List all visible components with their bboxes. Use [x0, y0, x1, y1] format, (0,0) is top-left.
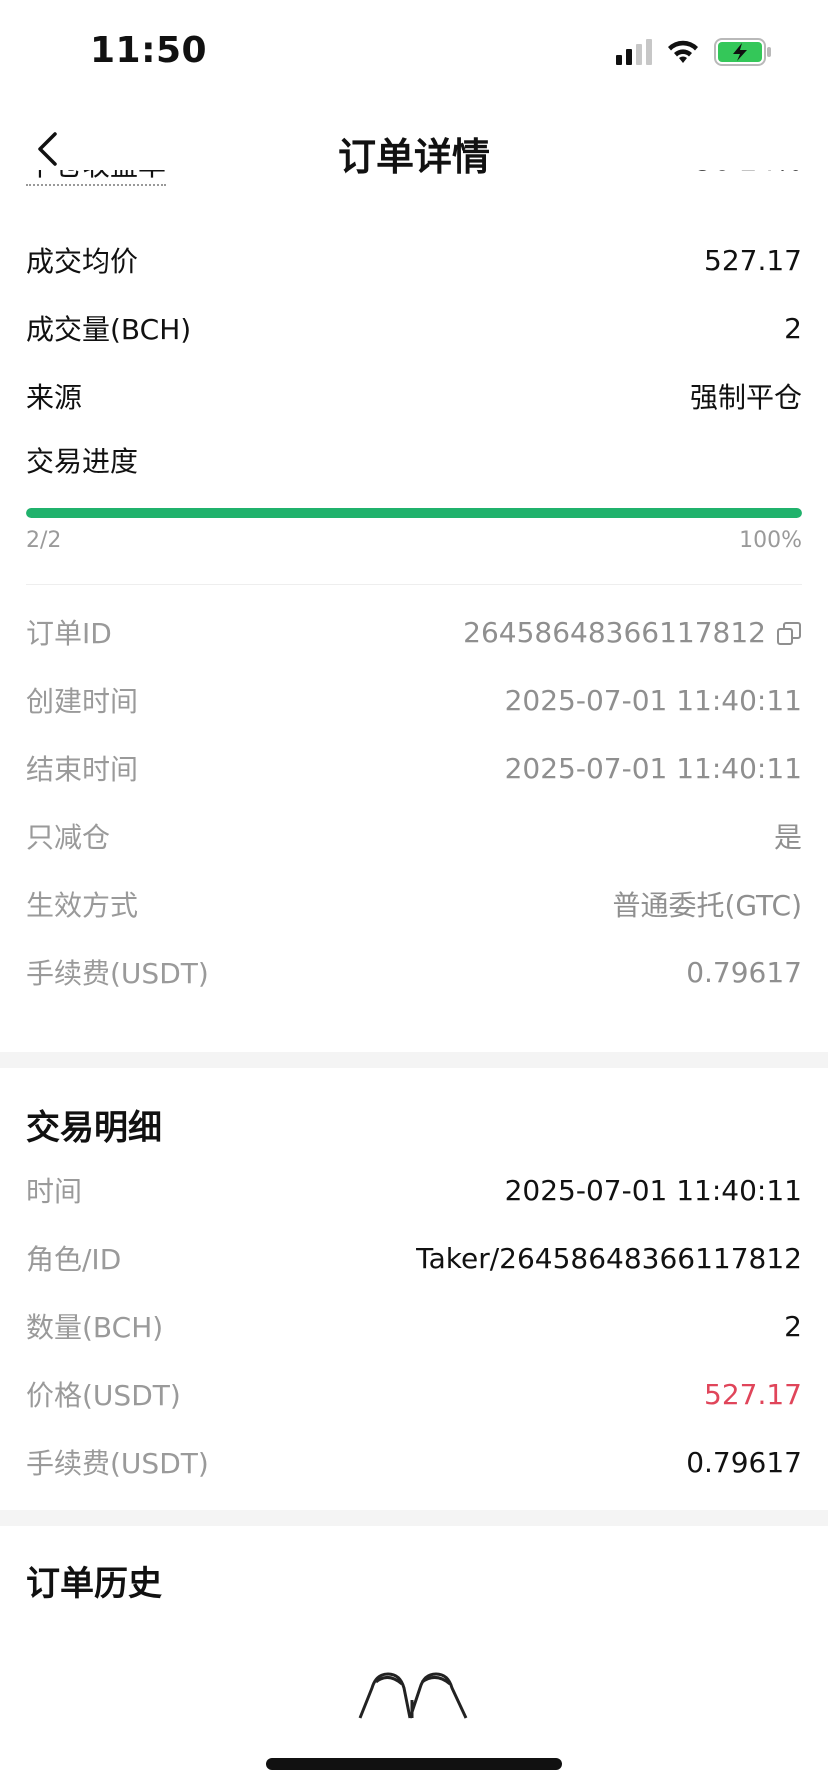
progress-bar [26, 508, 802, 518]
cellular-signal-icon [616, 39, 652, 65]
time-in-force-value: 普通委托(GTC) [612, 889, 802, 922]
trade-quantity-value: 2 [784, 1309, 802, 1343]
source-label: 来源 [26, 381, 83, 414]
trade-time-row: 时间 2025-07-01 11:40:11 [26, 1165, 802, 1215]
order-id-value-wrap: 2645864836611781​2 [463, 616, 802, 649]
section-separator [0, 1052, 828, 1068]
fee-row: 手续费(USDT) 0.79617 [26, 947, 802, 997]
trade-role-label: 角色/ID [26, 1243, 122, 1276]
wifi-icon [668, 40, 698, 63]
created-time-label: 创建时间 [26, 685, 139, 718]
source-value: 强制平仓 [689, 381, 802, 414]
source-row: 来源 强制平仓 [26, 371, 802, 421]
time-in-force-row: 生效方式 普通委托(GTC) [26, 879, 802, 929]
trade-fee-row: 手续费(USDT) 0.79617 [26, 1437, 802, 1487]
order-id-row: 订单ID 2645864836611781​2 [26, 607, 802, 657]
reduce-only-label: 只减仓 [26, 821, 111, 854]
trade-time-label: 时间 [26, 1175, 83, 1208]
order-id-label: 订单ID [26, 617, 112, 650]
trade-fee-label: 手续费(USDT) [26, 1447, 209, 1480]
time-in-force-label: 生效方式 [26, 889, 139, 922]
progress-count: 2/2 [26, 528, 62, 553]
cut-off-row: 平仓收益率 -96.24% [26, 170, 802, 210]
trade-price-value: 527.17 [704, 1377, 802, 1411]
volume-row: 成交量(BCH) 2 [26, 303, 802, 353]
divider [26, 584, 802, 585]
status-icons [616, 38, 772, 66]
end-time-value: 2025-07-01 11:40:11 [504, 751, 802, 785]
end-time-row: 结束时间 2025-07-01 11:40:11 [26, 743, 802, 793]
trade-role-value: Taker/26458648366117812 [416, 1241, 802, 1275]
trade-quantity-label: 数量(BCH) [26, 1311, 164, 1344]
order-id-value: 2645864836611781​2 [463, 615, 766, 649]
progress-percent: 100% [739, 528, 802, 553]
trade-detail-title: 交易明细 [26, 1108, 162, 1148]
cut-row-value: -96.24% [685, 170, 802, 186]
trade-fee-value: 0.79617 [686, 1445, 802, 1479]
progress-meta: 2/2 100% [26, 528, 802, 553]
order-history-title: 订单历史 [26, 1564, 162, 1604]
home-indicator[interactable] [266, 1758, 562, 1770]
created-time-row: 创建时间 2025-07-01 11:40:11 [26, 675, 802, 725]
trade-role-row: 角色/ID Taker/26458648366117812 [26, 1233, 802, 1283]
section-separator [0, 1510, 828, 1526]
trade-price-label: 价格(USDT) [26, 1379, 181, 1412]
status-time: 11:50 [90, 30, 208, 71]
empty-state-icon [358, 1672, 468, 1719]
created-time-value: 2025-07-01 11:40:11 [504, 683, 802, 717]
avg-price-label: 成交均价 [26, 245, 139, 278]
volume-label: 成交量(BCH) [26, 313, 192, 346]
avg-price-value: 527.17 [704, 243, 802, 277]
status-bar: 11:50 [0, 0, 828, 110]
fee-value: 0.79617 [686, 955, 802, 989]
trade-price-row: 价格(USDT) 527.17 [26, 1369, 802, 1419]
progress-fill [26, 508, 802, 518]
copy-icon[interactable] [776, 621, 802, 647]
battery-charging-icon [714, 38, 771, 66]
avg-price-row: 成交均价 527.17 [26, 235, 802, 285]
progress-label: 交易进度 [26, 445, 139, 478]
volume-value: 2 [784, 311, 802, 345]
trade-time-value: 2025-07-01 11:40:11 [504, 1173, 802, 1207]
end-time-label: 结束时间 [26, 753, 139, 786]
fee-label: 手续费(USDT) [26, 957, 209, 990]
reduce-only-value: 是 [773, 821, 802, 854]
reduce-only-row: 只减仓 是 [26, 811, 802, 861]
cut-row-label: 平仓收益率 [26, 170, 167, 186]
trade-quantity-row: 数量(BCH) 2 [26, 1301, 802, 1351]
